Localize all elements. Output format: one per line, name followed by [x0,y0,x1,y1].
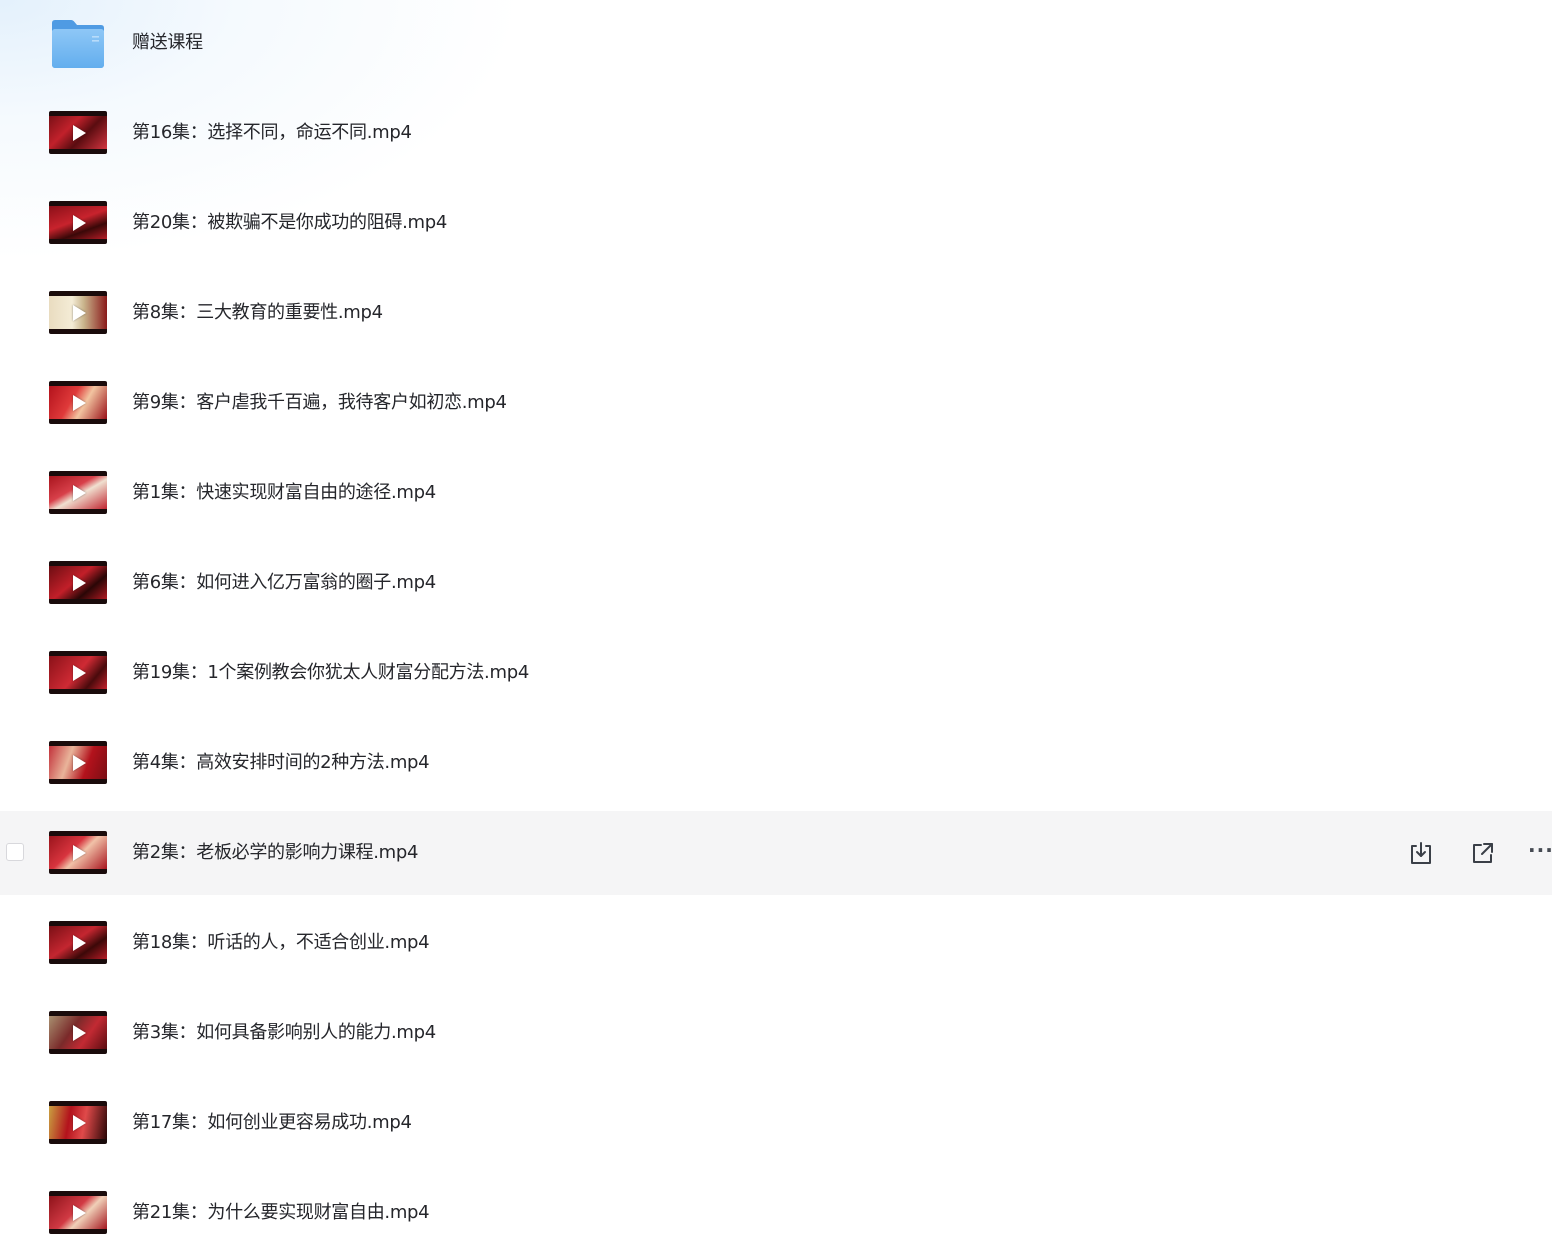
video-thumbnail[interactable] [49,1101,107,1144]
file-name[interactable]: 第6集：如何进入亿万富翁的圈子.mp4 [132,571,436,595]
more-icon: ··· [1528,838,1552,862]
play-icon [73,574,86,591]
file-row[interactable]: 第1集：快速实现财富自由的途径.mp4 [0,451,1552,535]
video-thumbnail[interactable] [49,831,107,874]
more-button[interactable]: ··· [1528,840,1552,866]
play-icon [73,214,86,231]
file-row[interactable]: 第6集：如何进入亿万富翁的圈子.mp4 [0,541,1552,625]
file-browser-page: 赠送课程第16集：选择不同，命运不同.mp4 第20集：被欺骗不是你成功的阻碍.m… [0,0,1552,1252]
file-name[interactable]: 第2集：老板必学的影响力课程.mp4 [132,841,418,865]
file-row[interactable]: 第3集：如何具备影响别人的能力.mp4 [0,991,1552,1075]
file-row[interactable]: 第19集：1个案例教会你犹太人财富分配方法.mp4 [0,631,1552,715]
share-icon [1469,843,1495,870]
file-name[interactable]: 第3集：如何具备影响别人的能力.mp4 [132,1021,436,1045]
download-button[interactable] [1408,840,1434,866]
file-name[interactable]: 第4集：高效安排时间的2种方法.mp4 [132,751,430,775]
play-icon [73,664,86,681]
play-icon [73,124,86,141]
video-thumbnail[interactable] [49,381,107,424]
video-thumbnail[interactable] [49,111,107,154]
file-row[interactable]: 第2集：老板必学的影响力课程.mp4 ··· [0,811,1552,895]
file-row[interactable]: 第21集：为什么要实现财富自由.mp4 [0,1171,1552,1252]
file-name[interactable]: 赠送课程 [132,31,203,55]
file-row[interactable]: 第20集：被欺骗不是你成功的阻碍.mp4 [0,181,1552,265]
file-name[interactable]: 第20集：被欺骗不是你成功的阻碍.mp4 [132,211,447,235]
file-name[interactable]: 第18集：听话的人，不适合创业.mp4 [132,931,430,955]
play-icon [73,754,86,771]
play-icon [73,844,86,861]
video-thumbnail[interactable] [49,201,107,244]
video-thumbnail[interactable] [49,1011,107,1054]
file-name[interactable]: 第17集：如何创业更容易成功.mp4 [132,1111,412,1135]
file-name[interactable]: 第1集：快速实现财富自由的途径.mp4 [132,481,436,505]
play-icon [73,1024,86,1041]
video-thumbnail[interactable] [49,921,107,964]
play-icon [73,394,86,411]
file-row[interactable]: 第16集：选择不同，命运不同.mp4 [0,91,1552,175]
file-row[interactable]: 第8集：三大教育的重要性.mp4 [0,271,1552,355]
file-name[interactable]: 第8集：三大教育的重要性.mp4 [132,301,383,325]
video-thumbnail[interactable] [49,1191,107,1234]
video-thumbnail[interactable] [49,291,107,334]
row-checkbox[interactable] [6,843,24,861]
video-thumbnail[interactable] [49,651,107,694]
video-thumbnail[interactable] [49,741,107,784]
file-row[interactable]: 第9集：客户虐我千百遍，我待客户如初恋.mp4 [0,361,1552,445]
file-row[interactable]: 第4集：高效安排时间的2种方法.mp4 [0,721,1552,805]
download-icon [1408,842,1434,870]
file-name[interactable]: 第19集：1个案例教会你犹太人财富分配方法.mp4 [132,661,529,685]
file-name[interactable]: 第9集：客户虐我千百遍，我待客户如初恋.mp4 [132,391,507,415]
play-icon [73,1114,86,1131]
file-row[interactable]: 第17集：如何创业更容易成功.mp4 [0,1081,1552,1165]
folder-icon [51,19,105,69]
play-icon [73,934,86,951]
file-row[interactable]: 第18集：听话的人，不适合创业.mp4 [0,901,1552,985]
video-thumbnail[interactable] [49,471,107,514]
video-thumbnail[interactable] [49,561,107,604]
file-name[interactable]: 第21集：为什么要实现财富自由.mp4 [132,1201,430,1225]
play-icon [73,304,86,321]
folder-row[interactable]: 赠送课程 [0,1,1552,85]
play-icon [73,1204,86,1221]
file-name[interactable]: 第16集：选择不同，命运不同.mp4 [132,121,412,145]
share-button[interactable] [1469,840,1495,866]
play-icon [73,484,86,501]
